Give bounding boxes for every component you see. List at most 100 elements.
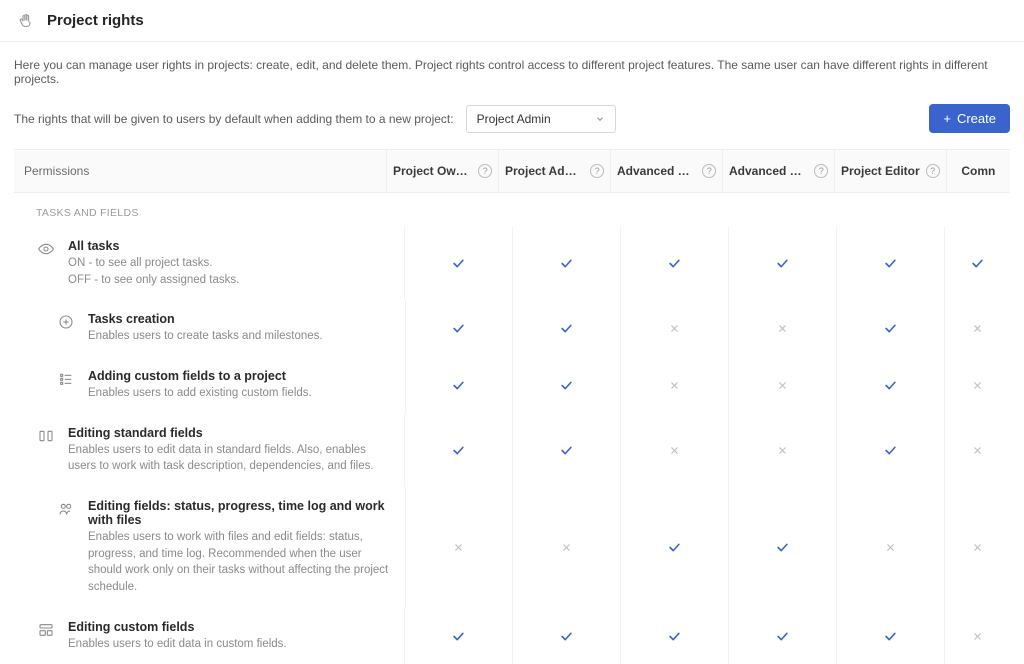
check-icon [883, 629, 898, 644]
permission-cell[interactable] [728, 227, 836, 300]
permission-title: All tasks [68, 239, 394, 253]
col-header-project-owner[interactable]: Project Owner? [386, 150, 498, 192]
permission-cell[interactable] [512, 608, 620, 664]
toolbar: The rights that will be given to users b… [14, 104, 1010, 133]
page-title: Project rights [47, 12, 144, 29]
check-icon [970, 256, 985, 271]
col-header-permissions: Permissions [14, 150, 386, 192]
permission-cell[interactable] [836, 608, 944, 664]
permission-title: Tasks creation [88, 312, 395, 326]
permission-cell[interactable] [620, 300, 728, 357]
permission-cell[interactable] [944, 608, 1010, 664]
permission-cell[interactable] [944, 300, 1010, 357]
check-icon [667, 540, 682, 555]
check-icon [559, 443, 574, 458]
select-value: Project Admin [477, 112, 551, 126]
permission-cell[interactable] [512, 414, 620, 487]
cross-icon [669, 445, 680, 456]
help-icon[interactable]: ? [478, 164, 492, 178]
help-icon[interactable]: ? [814, 164, 828, 178]
default-rights-label: The rights that will be given to users b… [14, 112, 454, 126]
permission-cell[interactable] [728, 414, 836, 487]
cross-icon [453, 542, 464, 553]
check-icon [451, 443, 466, 458]
permission-cell[interactable] [944, 487, 1010, 608]
intro-text: Here you can manage user rights in proje… [14, 58, 1010, 86]
permission-cell[interactable] [836, 357, 944, 414]
permission-cell[interactable] [620, 608, 728, 664]
permission-cell[interactable] [405, 300, 513, 357]
cross-icon [885, 542, 896, 553]
cross-icon [972, 323, 983, 334]
col-header-advanced-1[interactable]: Advanced M…? [610, 150, 722, 192]
check-icon [775, 256, 790, 271]
permission-cell[interactable] [404, 608, 512, 664]
col-header-project-admin[interactable]: Project Admin? [498, 150, 610, 192]
help-icon[interactable]: ? [926, 164, 940, 178]
permission-cell[interactable] [836, 414, 944, 487]
permission-cell[interactable] [512, 300, 620, 357]
col-header-advanced-2[interactable]: Advanced M…? [722, 150, 834, 192]
check-icon [451, 629, 466, 644]
plus-icon: + [943, 111, 951, 126]
permission-cell[interactable] [512, 487, 620, 608]
permission-desc: Enables users to edit data in custom fie… [68, 636, 394, 653]
help-icon[interactable]: ? [702, 164, 716, 178]
help-icon[interactable]: ? [590, 164, 604, 178]
permission-cell[interactable] [944, 227, 1010, 300]
permission-row-all-tasks: All tasks ON - to see all project tasks.O… [14, 227, 1010, 300]
permission-cell[interactable] [404, 414, 512, 487]
permission-cell[interactable] [405, 357, 513, 414]
permission-cell[interactable] [620, 357, 728, 414]
check-icon [559, 256, 574, 271]
cross-icon [777, 323, 788, 334]
permission-cell[interactable] [620, 487, 728, 608]
grid-header: Permissions Project Owner? Project Admin… [14, 149, 1010, 193]
check-icon [667, 256, 682, 271]
permission-cell[interactable] [944, 357, 1010, 414]
check-icon [883, 321, 898, 336]
list-icon [54, 371, 78, 402]
cross-icon [669, 380, 680, 391]
check-icon [775, 540, 790, 555]
permission-cell[interactable] [944, 414, 1010, 487]
check-icon [451, 321, 466, 336]
permission-cell[interactable] [728, 608, 836, 664]
permission-cell[interactable] [836, 227, 944, 300]
permission-desc: ON - to see all project tasks.OFF - to s… [68, 255, 394, 288]
permission-cell[interactable] [512, 357, 620, 414]
eye-icon [34, 241, 58, 288]
section-label: TASKS AND FIELDS [14, 193, 1010, 227]
permission-cell[interactable] [404, 227, 512, 300]
cross-icon [972, 542, 983, 553]
permission-cell[interactable] [620, 414, 728, 487]
permission-cell[interactable] [728, 357, 836, 414]
columns-icon [34, 428, 58, 475]
permission-cell[interactable] [836, 300, 944, 357]
permission-cell[interactable] [512, 227, 620, 300]
col-header-project-editor[interactable]: Project Editor? [834, 150, 946, 192]
plus-circle-icon [54, 314, 78, 345]
permission-desc: Enables users to add existing custom fie… [88, 385, 395, 402]
permission-cell[interactable] [620, 227, 728, 300]
permission-row-adding-custom-fields: Adding custom fields to a projectEnables… [14, 357, 1010, 414]
cross-icon [669, 323, 680, 334]
permission-desc: Enables users to create tasks and milest… [88, 328, 395, 345]
permission-cell[interactable] [728, 300, 836, 357]
cross-icon [972, 631, 983, 642]
permission-cell[interactable] [405, 487, 513, 608]
permission-title: Editing standard fields [68, 426, 394, 440]
check-icon [559, 378, 574, 393]
check-icon [883, 378, 898, 393]
create-button[interactable]: + Create [929, 104, 1010, 133]
permissions-grid: Permissions Project Owner? Project Admin… [14, 149, 1010, 664]
default-rights-select[interactable]: Project Admin [466, 105, 616, 133]
cross-icon [972, 445, 983, 456]
check-icon [559, 629, 574, 644]
check-icon [883, 443, 898, 458]
col-header-overflow[interactable]: Comn [946, 150, 1010, 192]
cross-icon [561, 542, 572, 553]
permission-cell[interactable] [728, 487, 836, 608]
permission-cell[interactable] [836, 487, 944, 608]
permission-row-editing-standard-fields: Editing standard fieldsEnables users to … [14, 414, 1010, 487]
